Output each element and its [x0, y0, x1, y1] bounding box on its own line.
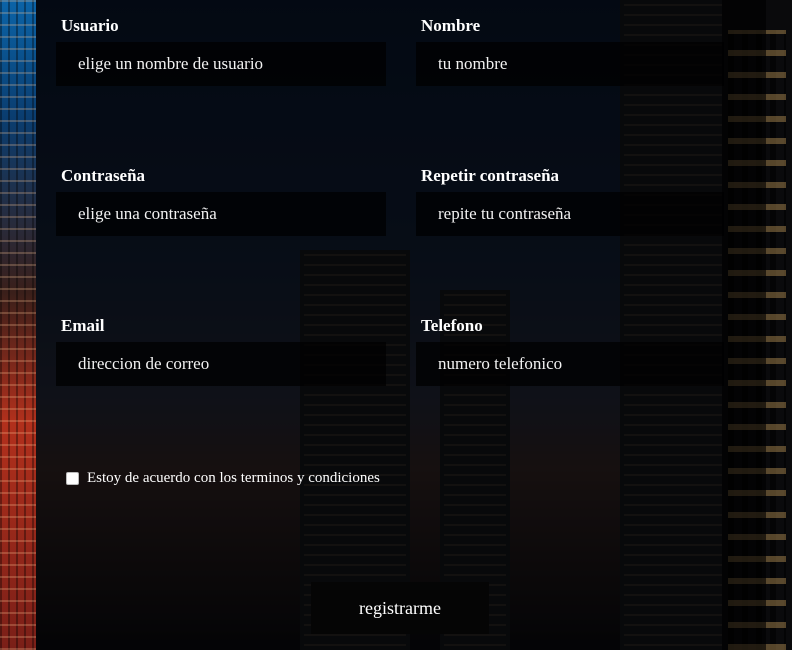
phone-label: Telefono	[421, 316, 483, 335]
repeat-password-input[interactable]	[416, 192, 724, 236]
registration-form: Usuario Nombre Contraseña Repetir contra…	[0, 0, 792, 650]
terms-checkbox[interactable]	[66, 472, 79, 485]
repeat-password-field-group: Repetir contraseña	[416, 166, 724, 236]
username-field-group: Usuario	[56, 16, 386, 86]
phone-input[interactable]	[416, 342, 724, 386]
name-label: Nombre	[421, 16, 481, 35]
password-field-group: Contraseña	[56, 166, 386, 236]
terms-label[interactable]: Estoy de acuerdo con los terminos y cond…	[87, 470, 380, 487]
phone-field-group: Telefono	[416, 316, 724, 386]
register-button[interactable]: registrarme	[311, 582, 489, 634]
name-field-group: Nombre	[416, 16, 724, 86]
name-input[interactable]	[416, 42, 724, 86]
password-input[interactable]	[56, 192, 386, 236]
email-field-group: Email	[56, 316, 386, 386]
password-label: Contraseña	[61, 166, 146, 185]
email-input[interactable]	[56, 342, 386, 386]
username-label: Usuario	[61, 16, 119, 35]
username-input[interactable]	[56, 42, 386, 86]
email-label: Email	[61, 316, 105, 335]
terms-row: Estoy de acuerdo con los terminos y cond…	[66, 470, 380, 487]
repeat-password-label: Repetir contraseña	[421, 166, 560, 185]
